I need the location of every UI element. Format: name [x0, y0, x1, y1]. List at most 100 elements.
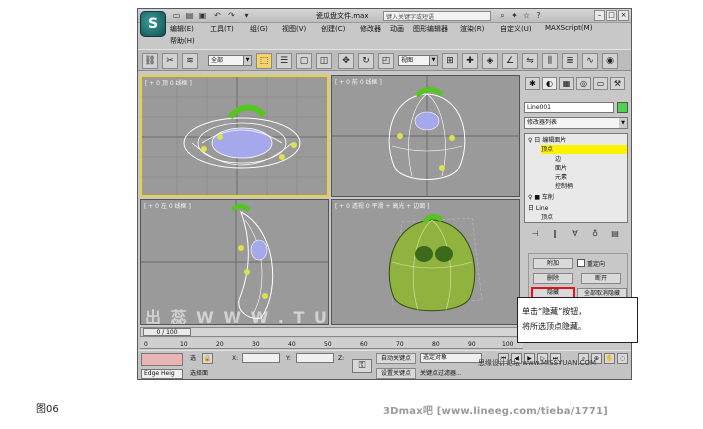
- modifier-list-dropdown[interactable]: 修改器列表 ▼: [524, 117, 628, 129]
- menu-create[interactable]: 创建(C): [321, 24, 345, 34]
- mirror-icon[interactable]: ⇋: [522, 53, 538, 69]
- menu-tools[interactable]: 工具(T): [210, 24, 234, 34]
- selection-filter-dropdown[interactable]: 全部 ▼: [208, 55, 252, 66]
- stack-item-edge[interactable]: 边: [555, 155, 561, 164]
- stack-item-patch[interactable]: 面片: [555, 164, 567, 173]
- viewport-left[interactable]: [ + 0 左 0 线框 ] 出 蕊 W W W . T U Y I . N E…: [140, 199, 329, 325]
- menu-edit[interactable]: 编辑(E): [170, 24, 194, 34]
- reference-coordinate-dropdown[interactable]: 视图 ▼: [398, 55, 438, 66]
- maxscript-listener[interactable]: [141, 353, 183, 366]
- app-logo[interactable]: S: [140, 11, 166, 37]
- close-button[interactable]: ×: [618, 10, 629, 21]
- reorient-checkbox[interactable]: 重定向: [577, 259, 605, 269]
- pan-icon[interactable]: ✋: [604, 353, 615, 364]
- stack-item-handle[interactable]: 控制柄: [555, 182, 573, 191]
- modify-tab-icon[interactable]: ◐: [542, 77, 557, 90]
- menu-group[interactable]: 组(G): [250, 24, 268, 34]
- stack-item-line-vertex[interactable]: 顶点: [541, 213, 553, 222]
- viewport-top[interactable]: [ + 0 顶 0 线框 ]: [140, 75, 329, 197]
- curve-editor-icon[interactable]: ∿: [582, 53, 598, 69]
- edge-height-field[interactable]: Edge Heig: [141, 369, 183, 379]
- utilities-tab-icon[interactable]: ⚒: [610, 77, 625, 90]
- viewport-front[interactable]: [ + 0 前 0 线框 ]: [331, 75, 520, 197]
- select-by-name-icon[interactable]: ☰: [276, 53, 292, 69]
- scale-icon[interactable]: ◰: [378, 53, 394, 69]
- save-icon[interactable]: ▣: [198, 11, 207, 20]
- window-crossing-icon[interactable]: ◫: [316, 53, 332, 69]
- set-key-button[interactable]: 设置关键点: [376, 368, 416, 379]
- show-end-result-icon[interactable]: ‖: [549, 228, 561, 240]
- key-filters-button[interactable]: 关键点过滤器...: [420, 369, 462, 378]
- pivot-icon[interactable]: ⊞: [442, 53, 458, 69]
- viewport-perspective[interactable]: [ + 0 透视 0 平滑 + 高光 + 边面 ]: [331, 199, 520, 325]
- orbit-icon[interactable]: ◌: [617, 353, 628, 364]
- stack-item-element[interactable]: 元素: [555, 173, 567, 182]
- help-icon[interactable]: ?: [534, 11, 543, 20]
- object-color-swatch[interactable]: [617, 102, 628, 113]
- new-file-icon[interactable]: ▭: [172, 11, 181, 20]
- menu-help[interactable]: 帮助(H): [170, 36, 195, 46]
- time-slider[interactable]: 0 / 100: [140, 327, 523, 337]
- rotate-icon[interactable]: ↻: [358, 53, 374, 69]
- stack-item-edit-patch[interactable]: ♀ 日 编辑面片: [528, 136, 566, 145]
- select-object-icon[interactable]: ⬚: [256, 53, 272, 69]
- configure-sets-icon[interactable]: ▤: [609, 228, 621, 240]
- redo-icon[interactable]: ↷: [227, 11, 236, 20]
- link-icon[interactable]: ⛓: [142, 53, 158, 69]
- menu-view[interactable]: 视图(V): [282, 24, 306, 34]
- rect-selection-icon[interactable]: ▢: [296, 53, 312, 69]
- maximize-button[interactable]: □: [606, 10, 617, 21]
- y-coordinate-field[interactable]: [296, 353, 334, 363]
- select-manipulate-icon[interactable]: ✚: [462, 53, 478, 69]
- menu-customize[interactable]: 自定义(U): [500, 24, 532, 34]
- remove-modifier-icon[interactable]: ♁: [589, 228, 601, 240]
- star-icon[interactable]: ☆: [522, 11, 531, 20]
- motion-tab-icon[interactable]: ◎: [576, 77, 591, 90]
- bind-space-warp-icon[interactable]: ≋: [182, 53, 198, 69]
- viewport-label[interactable]: [ + 0 左 0 线框 ]: [144, 201, 191, 210]
- unlink-icon[interactable]: ✂: [162, 53, 178, 69]
- auto-key-button[interactable]: 自动关键点: [376, 353, 416, 364]
- chevron-down-icon[interactable]: ▾: [242, 11, 251, 20]
- favorites-icon[interactable]: ✦: [510, 11, 519, 20]
- menu-graph-editors[interactable]: 图形编辑器: [413, 24, 448, 34]
- binoculars-icon[interactable]: ⌕: [498, 11, 507, 20]
- search-input[interactable]: 键入关键字或短语: [383, 11, 491, 21]
- angle-snap-icon[interactable]: ∠: [502, 53, 518, 69]
- chevron-down-icon: ▼: [619, 118, 627, 128]
- viewport-label[interactable]: [ + 0 顶 0 线框 ]: [145, 78, 192, 87]
- attach-button[interactable]: 附加: [533, 258, 573, 269]
- lock-icon[interactable]: 🔒: [202, 353, 213, 364]
- open-icon[interactable]: ▤: [185, 11, 194, 20]
- object-name-field[interactable]: Line001: [524, 102, 614, 113]
- pin-stack-icon[interactable]: ⊣: [529, 228, 541, 240]
- stack-item-lathe[interactable]: ♀ ■ 车削: [528, 193, 554, 202]
- undo-icon[interactable]: ↶: [213, 11, 222, 20]
- key-icon[interactable]: ⚿: [352, 359, 372, 373]
- x-coordinate-field[interactable]: [242, 353, 280, 363]
- display-tab-icon[interactable]: ▭: [593, 77, 608, 90]
- viewport-label[interactable]: [ + 0 前 0 线框 ]: [335, 77, 382, 86]
- material-editor-icon[interactable]: ◉: [602, 53, 618, 69]
- make-unique-icon[interactable]: ∀: [569, 228, 581, 240]
- stack-item-line[interactable]: 日 Line: [528, 204, 548, 213]
- align-icon[interactable]: ⫼: [542, 53, 558, 69]
- menu-maxscript[interactable]: MAXScript(M): [545, 24, 592, 32]
- create-tab-icon[interactable]: ✱: [525, 77, 540, 90]
- move-icon[interactable]: ✥: [338, 53, 354, 69]
- menu-rendering[interactable]: 渲染(R): [460, 24, 484, 34]
- viewport-label[interactable]: [ + 0 透视 0 平滑 + 高光 + 边面 ]: [335, 201, 429, 210]
- key-mode-dropdown[interactable]: 选定对象: [420, 353, 482, 363]
- snap-icon[interactable]: ◈: [482, 53, 498, 69]
- track-bar[interactable]: 0 10 20 30 40 50 60 70 80 90 100: [140, 338, 523, 349]
- menu-modifiers[interactable]: 修改器: [360, 24, 381, 34]
- minimize-button[interactable]: –: [594, 10, 605, 21]
- stack-item-vertex[interactable]: 顶点: [541, 145, 627, 154]
- layer-icon[interactable]: ≣: [562, 53, 578, 69]
- delete-button[interactable]: 删除: [533, 273, 573, 284]
- hierarchy-tab-icon[interactable]: ▦: [559, 77, 574, 90]
- menu-animation[interactable]: 动画: [390, 24, 404, 34]
- time-slider-thumb[interactable]: 0 / 100: [143, 328, 191, 336]
- track-tick: 90: [468, 341, 476, 348]
- break-button[interactable]: 断开: [581, 273, 621, 284]
